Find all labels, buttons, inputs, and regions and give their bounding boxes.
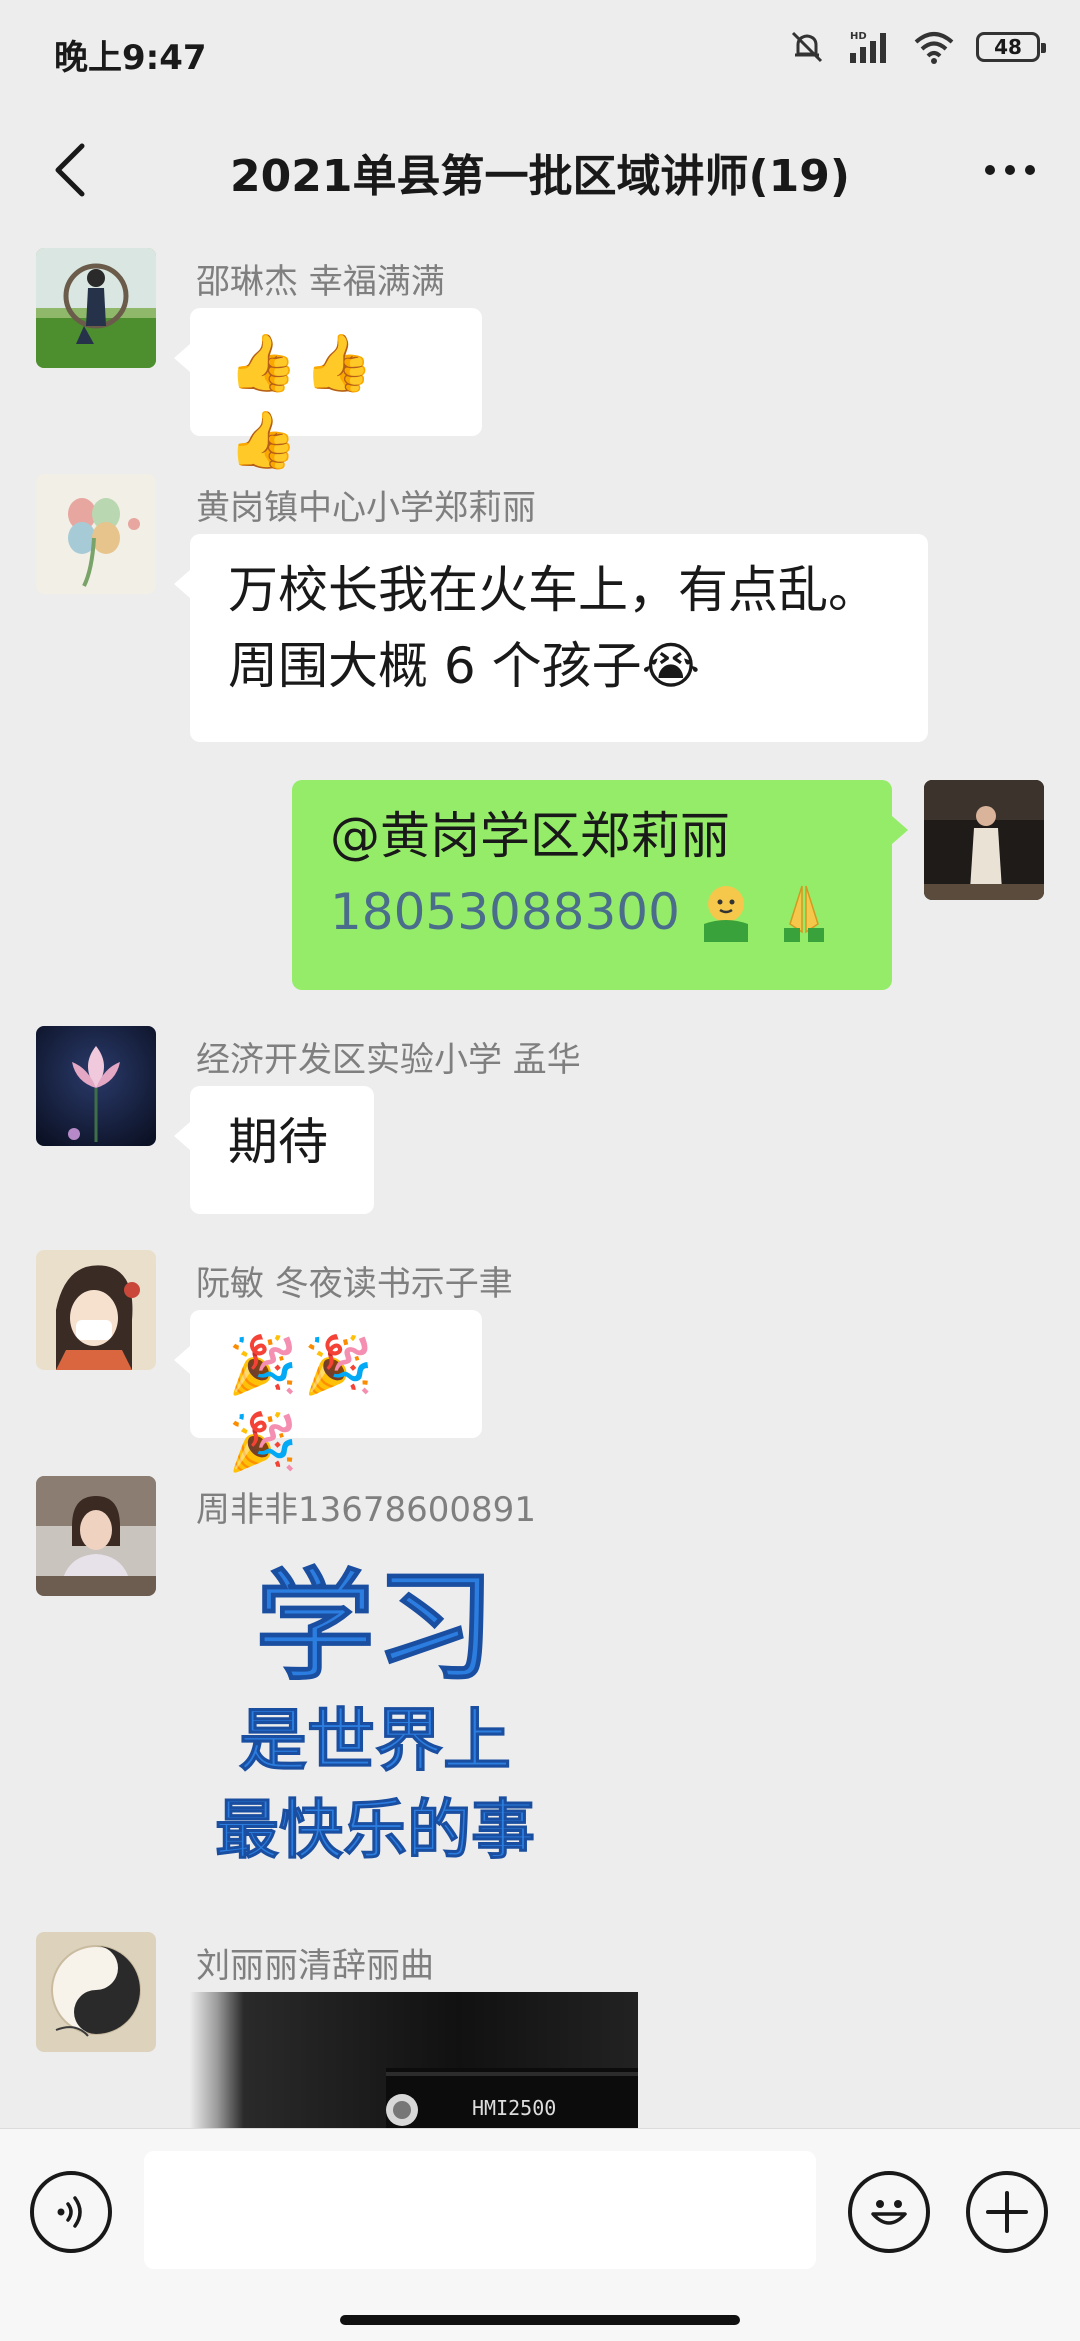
- sticker-image[interactable]: 学习 是世界上 最快乐的事: [190, 1548, 560, 1878]
- message-bubble[interactable]: 🎉🎉🎉: [174, 1310, 482, 1475]
- sticker-text-line2: 是世界上: [239, 1701, 511, 1781]
- sticker-text-line1: 学习: [255, 1556, 495, 1697]
- message-input[interactable]: [144, 2151, 816, 2269]
- mute-bell-icon: [791, 31, 823, 63]
- more-dot-icon: [985, 165, 995, 175]
- avatar[interactable]: [36, 474, 156, 594]
- message-text-line: 周围大概 6 个孩子😭: [228, 637, 701, 695]
- chat-title: 2021单县第一批区域讲师(19): [230, 151, 850, 202]
- message-bubble[interactable]: 万校长我在火车上，有点乱。 周围大概 6 个孩子😭: [174, 534, 928, 742]
- emoji-button[interactable]: [848, 2171, 930, 2253]
- more-dot-icon: [1005, 165, 1015, 175]
- message-text: 🎉🎉🎉: [228, 1333, 380, 1475]
- sender-name: 经济开发区实验小学 孟华: [196, 1040, 581, 1080]
- more-options-button[interactable]: [970, 130, 1050, 210]
- avatar[interactable]: [36, 1932, 156, 2052]
- chat-header: 2021单县第一批区域讲师(19): [0, 100, 1080, 238]
- wifi-icon: [914, 32, 954, 64]
- message-text: 期待: [228, 1113, 328, 1171]
- smiley-icon: [871, 2200, 907, 2225]
- message-text-line: 万校长我在火车上，有点乱。: [228, 561, 878, 619]
- phone-number-link[interactable]: 18053088300: [330, 874, 680, 950]
- signal-icon: HD: [850, 31, 886, 63]
- message-bubble[interactable]: 👍👍👍: [174, 308, 482, 473]
- self-avatar[interactable]: [924, 780, 1044, 900]
- battery-icon: 48: [976, 32, 1046, 62]
- home-indicator[interactable]: [340, 2315, 740, 2325]
- sender-name: 周非非13678600891: [196, 1490, 536, 1530]
- more-dot-icon: [1025, 165, 1035, 175]
- folded-hands-icon: [783, 885, 824, 942]
- avatar[interactable]: [36, 1026, 156, 1146]
- voice-input-button[interactable]: [30, 2171, 112, 2253]
- status-icons: HD 48: [788, 28, 1046, 66]
- sender-name: 刘丽丽清辞丽曲: [196, 1946, 434, 1986]
- more-functions-button[interactable]: [966, 2171, 1048, 2253]
- svg-text:HD: HD: [850, 31, 867, 42]
- voice-icon: [57, 2196, 82, 2228]
- battery-level: 48: [994, 35, 1022, 59]
- hugging-face-icon: [703, 886, 748, 942]
- status-time: 晚上9:47: [54, 38, 207, 78]
- video-thumbnail[interactable]: HMI2500: [190, 1992, 638, 2128]
- sender-name: 邵琳杰 幸福满满: [196, 262, 445, 302]
- avatar[interactable]: [36, 248, 156, 368]
- sticker-text-line3: 最快乐的事: [215, 1793, 535, 1868]
- video-label-text: HMI2500: [472, 2096, 557, 2120]
- input-bar: [0, 2128, 1080, 2341]
- avatar[interactable]: [36, 1250, 156, 1370]
- message-text: 👍👍👍: [228, 331, 380, 473]
- message-bubble[interactable]: 期待: [174, 1086, 374, 1214]
- plus-icon: [986, 2191, 1028, 2233]
- phone-line: 18053088300: [330, 874, 854, 950]
- message-bubble-self[interactable]: @黄岗学区郑莉丽 18053088300: [292, 780, 908, 990]
- status-bar: 晚上9:47 HD 48: [0, 0, 1080, 100]
- sender-name: 黄岗镇中心小学郑莉丽: [196, 488, 536, 528]
- sender-name: 阮敏 冬夜读书示子聿: [196, 1264, 513, 1304]
- avatar[interactable]: [36, 1476, 156, 1596]
- mention-text: @黄岗学区郑莉丽: [330, 807, 730, 865]
